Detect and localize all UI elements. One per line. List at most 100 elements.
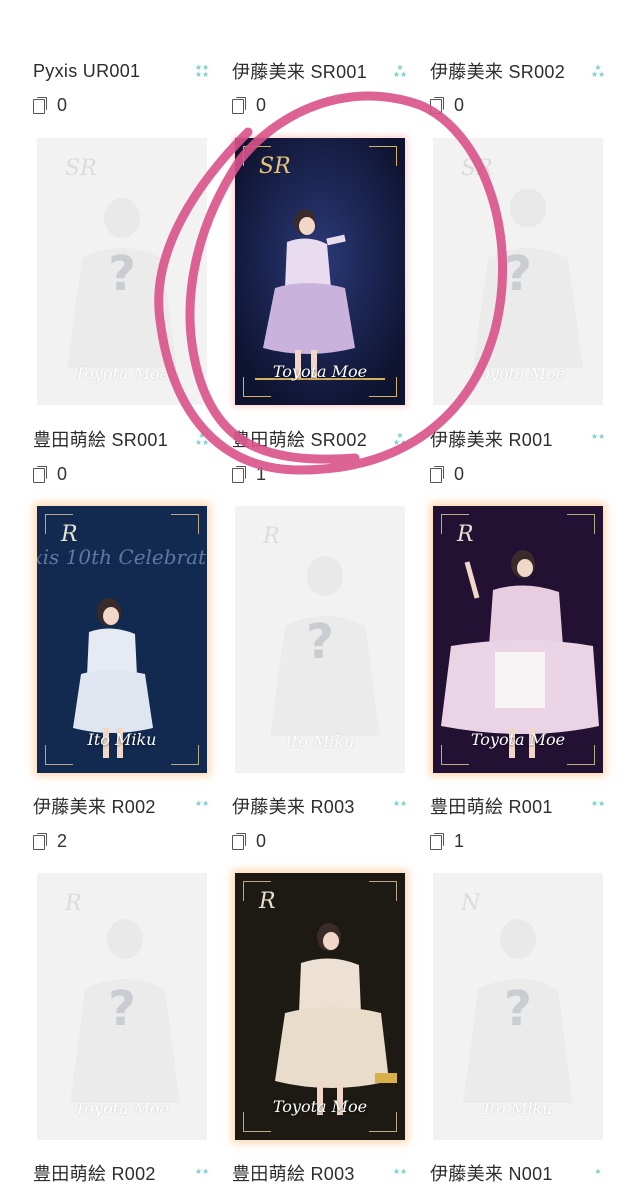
rarity-stars-icon: ★ ★★ bbox=[194, 431, 210, 447]
card-locked[interactable]: R ? Toyota Moe bbox=[37, 873, 207, 1140]
rarity-stars-icon: ★★ bbox=[392, 799, 408, 808]
rarity-stars-icon: ★★ bbox=[194, 1167, 210, 1176]
card-label: 伊藤美来 SR002 bbox=[430, 56, 565, 86]
card-name: 豊田萌絵 R001 bbox=[430, 797, 553, 817]
count-value: 0 bbox=[454, 463, 465, 484]
card-owned[interactable]: R Toyota Moe bbox=[433, 506, 603, 773]
copies-icon bbox=[33, 466, 47, 483]
rarity-stars-icon: ★★ bbox=[392, 1167, 408, 1176]
card-owned[interactable]: Pyxis 10th Celebration R Ito Miku bbox=[37, 506, 207, 773]
locked-question-icon: ? bbox=[108, 246, 136, 302]
card-signature: Toyota Moe bbox=[272, 362, 368, 381]
card-locked[interactable]: SR ? Toyota Moe bbox=[37, 138, 207, 405]
card-label: 伊藤美来 R001 bbox=[430, 424, 553, 454]
frame-corner bbox=[171, 514, 199, 534]
count-value: 2 bbox=[57, 830, 68, 851]
card-owned[interactable]: R Toyota Moe bbox=[235, 873, 405, 1140]
card-count: 0 bbox=[232, 829, 266, 853]
rank-badge: R bbox=[259, 889, 276, 914]
card-count: 2 bbox=[33, 829, 67, 853]
rarity-stars-icon: ★ ★★ bbox=[392, 431, 408, 447]
rarity-stars-icon: ★★ bbox=[590, 799, 606, 808]
copies-icon bbox=[33, 97, 47, 114]
card-signature: Toyota Moe bbox=[74, 364, 170, 383]
card-count: 0 bbox=[33, 93, 67, 117]
card-count: 0 bbox=[430, 93, 464, 117]
card-signature: Toyota Moe bbox=[470, 364, 566, 383]
copies-icon bbox=[232, 833, 246, 850]
card-count: 1 bbox=[232, 462, 266, 486]
rarity-stars-icon: ★★ bbox=[590, 432, 606, 441]
rarity-stars-icon: ★ ★★ bbox=[392, 63, 408, 79]
count-value: 0 bbox=[256, 94, 267, 115]
copies-icon bbox=[33, 833, 47, 850]
card-signature: Toyota Moe bbox=[470, 730, 566, 749]
copies-icon bbox=[430, 833, 444, 850]
rank-badge: SR bbox=[461, 156, 493, 181]
banner-text: Pyxis 10th Celebration bbox=[37, 545, 207, 569]
rank-badge: SR bbox=[65, 156, 97, 181]
card-count: 0 bbox=[33, 462, 67, 486]
card-signature: Toyota Moe bbox=[272, 1097, 368, 1116]
card-label: 豊田萌絵 R001 bbox=[430, 791, 553, 821]
card-count: 0 bbox=[430, 462, 464, 486]
card-signature: Ito Miku bbox=[483, 1099, 553, 1118]
rarity-stars-icon: ★ ★★ bbox=[590, 63, 606, 79]
copies-icon bbox=[232, 97, 246, 114]
copies-icon bbox=[430, 466, 444, 483]
rank-badge: SR bbox=[259, 154, 291, 179]
locked-question-icon: ? bbox=[504, 246, 532, 302]
card-signature: Ito Miku bbox=[285, 732, 355, 751]
card-label: 豊田萌絵 SR002 bbox=[232, 424, 367, 454]
card-signature: Ito Miku bbox=[87, 730, 157, 749]
card-label: Pyxis UR001 bbox=[33, 56, 140, 86]
copies-icon bbox=[430, 97, 444, 114]
rarity-stars-icon: ★★ bbox=[194, 799, 210, 808]
card-name: 豊田萌絵 SR002 bbox=[232, 430, 368, 450]
rank-badge: R bbox=[457, 522, 474, 547]
card-locked[interactable]: N ? Ito Miku bbox=[433, 873, 603, 1140]
card-owned[interactable]: SR Toyota Moe bbox=[235, 138, 405, 405]
frame-corner bbox=[369, 146, 397, 166]
rank-badge: R bbox=[65, 891, 82, 916]
rarity-stars-icon: ★ bbox=[594, 1167, 602, 1176]
frame-corner bbox=[369, 881, 397, 901]
rank-badge: R bbox=[61, 522, 78, 547]
count-value: 1 bbox=[256, 463, 267, 484]
card-label: 豊田萌絵 R002 bbox=[33, 1158, 156, 1188]
card-name: 伊藤美来 N001 bbox=[430, 1164, 553, 1184]
card-label: 伊藤美来 SR001 bbox=[232, 56, 367, 86]
card-name: 豊田萌絵 SR001 bbox=[33, 430, 169, 450]
copies-icon bbox=[232, 466, 246, 483]
card-label: 伊藤美来 N001 bbox=[430, 1158, 553, 1188]
card-label: 伊藤美来 R003 bbox=[232, 791, 355, 821]
locked-question-icon: ? bbox=[306, 614, 334, 670]
locked-question-icon: ? bbox=[504, 981, 532, 1037]
card-name: Pyxis UR001 bbox=[33, 60, 141, 81]
card-signature: Toyota Moe bbox=[74, 1099, 170, 1118]
card-label: 豊田萌絵 R003 bbox=[232, 1158, 355, 1188]
card-count: 0 bbox=[232, 93, 266, 117]
count-value: 0 bbox=[256, 830, 267, 851]
frame-corner bbox=[567, 514, 595, 534]
card-name: 豊田萌絵 R002 bbox=[33, 1164, 156, 1184]
locked-question-icon: ? bbox=[108, 981, 136, 1037]
card-label: 豊田萌絵 SR001 bbox=[33, 424, 168, 454]
rarity-stars-icon: ★★ ★★ bbox=[194, 63, 210, 79]
card-label: 伊藤美来 R002 bbox=[33, 791, 156, 821]
card-locked[interactable]: SR ? Toyota Moe bbox=[433, 138, 603, 405]
count-value: 0 bbox=[454, 94, 465, 115]
card-name: 伊藤美来 R001 bbox=[430, 430, 553, 450]
rank-badge: N bbox=[461, 891, 481, 916]
card-name: 伊藤美来 SR002 bbox=[430, 62, 566, 82]
card-name: 伊藤美来 R003 bbox=[232, 797, 355, 817]
card-name: 伊藤美来 R002 bbox=[33, 797, 156, 817]
card-count: 1 bbox=[430, 829, 464, 853]
rank-badge: R bbox=[263, 524, 280, 549]
card-locked[interactable]: R ? Ito Miku bbox=[235, 506, 405, 773]
count-value: 0 bbox=[57, 463, 68, 484]
card-name: 豊田萌絵 R003 bbox=[232, 1164, 355, 1184]
card-name: 伊藤美来 SR001 bbox=[232, 62, 368, 82]
count-value: 1 bbox=[454, 830, 465, 851]
count-value: 0 bbox=[57, 94, 68, 115]
